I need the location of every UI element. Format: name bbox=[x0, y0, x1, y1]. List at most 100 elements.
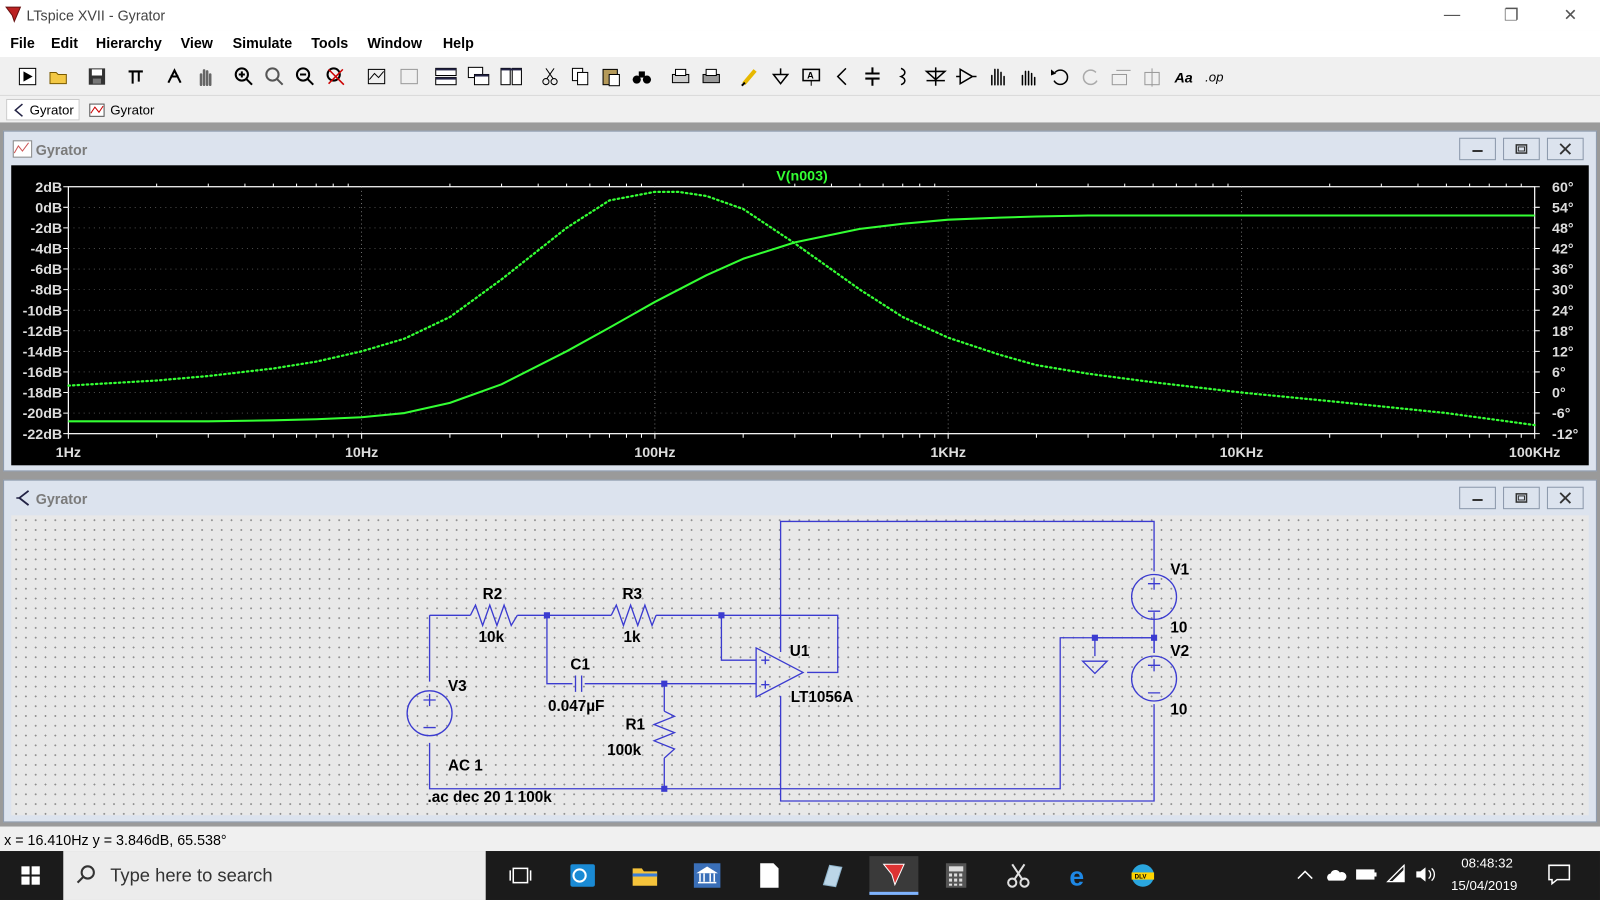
tile-horizontal-icon[interactable] bbox=[435, 65, 457, 87]
menu-file[interactable]: File bbox=[10, 35, 35, 51]
resistor-icon[interactable] bbox=[831, 65, 853, 87]
plot-minimize-button[interactable] bbox=[1459, 137, 1496, 161]
r1-value: 100k bbox=[607, 742, 642, 759]
menu-simulate[interactable]: Simulate bbox=[233, 35, 293, 51]
autorange-icon[interactable] bbox=[365, 65, 387, 87]
taskbar-calculator[interactable] bbox=[932, 856, 981, 895]
windows-logo-icon bbox=[21, 866, 40, 885]
close-button[interactable]: ✕ bbox=[1541, 0, 1600, 31]
spice-directive[interactable]: .ac dec 20 1 100k bbox=[428, 789, 553, 806]
find-icon[interactable] bbox=[631, 65, 653, 87]
redo-icon[interactable] bbox=[1080, 65, 1102, 87]
pan-icon[interactable] bbox=[194, 65, 216, 87]
open-icon[interactable] bbox=[47, 65, 69, 87]
taskbar-file-explorer[interactable] bbox=[620, 856, 669, 895]
ground-symbol bbox=[1081, 660, 1109, 675]
onedrive-icon[interactable] bbox=[1324, 866, 1347, 882]
y-right-tick-label: 42° bbox=[1552, 242, 1574, 258]
y-left-tick-label: 2dB bbox=[35, 180, 62, 196]
notifications-icon[interactable] bbox=[1547, 863, 1571, 886]
svg-text:.op: .op bbox=[1205, 70, 1223, 85]
chart-title[interactable]: V(n003) bbox=[776, 169, 828, 185]
r3-name: R3 bbox=[622, 586, 642, 603]
capacitor-icon[interactable] bbox=[861, 65, 883, 87]
ground-icon[interactable] bbox=[769, 65, 791, 87]
schematic-canvas[interactable]: R2 10k R3 1k C1 0.047µF R1 100k V3 AC 1 … bbox=[11, 515, 1589, 816]
spice-directive-icon[interactable]: .op bbox=[1204, 65, 1226, 87]
restore-button[interactable]: ❐ bbox=[1482, 0, 1541, 31]
paste-icon[interactable] bbox=[600, 65, 622, 87]
menu-help[interactable]: Help bbox=[443, 35, 474, 51]
schematic-maximize-button[interactable] bbox=[1503, 486, 1540, 510]
calculator-icon bbox=[945, 863, 967, 888]
zoom-out-icon[interactable] bbox=[294, 65, 316, 87]
plot-window-icon bbox=[12, 140, 33, 158]
svg-text:e: e bbox=[1069, 862, 1084, 889]
y-left-tick-label: -22dB bbox=[23, 427, 63, 443]
menu-edit[interactable]: Edit bbox=[51, 35, 78, 51]
rotate-icon[interactable] bbox=[1110, 65, 1132, 87]
zoom-cancel-icon[interactable] bbox=[324, 65, 346, 87]
label-icon[interactable]: A bbox=[800, 65, 822, 87]
schematic-close-button[interactable] bbox=[1546, 486, 1584, 510]
cascade-icon[interactable] bbox=[467, 65, 490, 87]
clock-time[interactable]: 08:48:32 bbox=[1461, 855, 1513, 870]
taskbar-snipping-tool[interactable] bbox=[994, 856, 1043, 895]
menu-window[interactable]: Window bbox=[367, 35, 422, 51]
save-icon[interactable] bbox=[86, 65, 108, 87]
task-view-button[interactable] bbox=[496, 856, 545, 895]
chevron-up-icon[interactable] bbox=[1296, 866, 1314, 882]
menu-hierarchy[interactable]: Hierarchy bbox=[96, 35, 162, 51]
taskbar-paint[interactable] bbox=[807, 856, 856, 895]
text-icon[interactable]: Aa bbox=[1173, 65, 1195, 87]
taskbar-edge[interactable]: e bbox=[1056, 856, 1105, 895]
volume-icon[interactable] bbox=[1414, 865, 1436, 883]
minimize-button[interactable]: — bbox=[1422, 0, 1481, 31]
phase-trace[interactable] bbox=[67, 190, 1536, 427]
print-setup-icon[interactable] bbox=[669, 65, 691, 87]
run-icon[interactable] bbox=[16, 65, 38, 87]
tile-vertical-icon[interactable] bbox=[500, 65, 522, 87]
undo-icon[interactable] bbox=[1049, 65, 1071, 87]
magnitude-trace[interactable] bbox=[68, 214, 1535, 423]
ltspice-icon bbox=[882, 863, 905, 886]
schematic-window-icon bbox=[16, 490, 30, 506]
tab-schematic[interactable]: Gyrator bbox=[6, 98, 80, 121]
tab-waveform[interactable]: Gyrator bbox=[84, 99, 160, 120]
manual-limits-icon[interactable] bbox=[398, 65, 420, 87]
zoom-fit-icon[interactable] bbox=[263, 65, 285, 87]
plot-window-title: Gyrator bbox=[35, 141, 88, 159]
y-right-tick-label: 24° bbox=[1552, 303, 1574, 319]
copy-icon[interactable] bbox=[569, 65, 591, 87]
print-icon[interactable] bbox=[700, 65, 722, 87]
wire-icon[interactable] bbox=[739, 65, 761, 87]
cut-icon[interactable] bbox=[539, 65, 561, 87]
taskbar-ltspice[interactable] bbox=[869, 856, 919, 895]
battery-icon[interactable] bbox=[1355, 867, 1377, 881]
taskbar-bank-app[interactable] bbox=[683, 856, 732, 895]
plot-close-button[interactable] bbox=[1546, 137, 1584, 161]
start-button[interactable] bbox=[6, 856, 55, 895]
window-title: LTspice XVII - Gyrator bbox=[26, 7, 166, 24]
waveform-plot[interactable]: 1Hz 10Hz 100Hz 1KHz 10KHz 100KHz 2dB 0dB -2dB -4d… bbox=[11, 165, 1589, 466]
taskbar-outlook[interactable] bbox=[558, 856, 607, 895]
component-icon[interactable] bbox=[955, 65, 977, 87]
inductor-icon[interactable] bbox=[892, 65, 914, 87]
y-right-tick-label: 30° bbox=[1552, 283, 1574, 299]
plot-maximize-button[interactable] bbox=[1503, 137, 1540, 161]
taskbar-notepad[interactable] bbox=[745, 856, 794, 895]
diode-icon[interactable] bbox=[924, 65, 947, 87]
mirror-icon[interactable] bbox=[1141, 65, 1163, 87]
wifi-icon[interactable] bbox=[1386, 864, 1408, 883]
x-tick-label: 1Hz bbox=[56, 445, 81, 461]
zoom-in-icon[interactable] bbox=[233, 65, 255, 87]
schematic-minimize-button[interactable] bbox=[1459, 486, 1496, 510]
menu-tools[interactable]: Tools bbox=[311, 35, 348, 51]
control-panel-icon[interactable] bbox=[124, 65, 146, 87]
menu-view[interactable]: View bbox=[181, 35, 213, 51]
taskbar-delivery-app[interactable]: DLV bbox=[1118, 856, 1167, 895]
clock-date[interactable]: 15/04/2019 bbox=[1451, 878, 1517, 893]
move-icon[interactable] bbox=[986, 65, 1008, 87]
drag-icon[interactable] bbox=[1016, 65, 1038, 87]
halt-icon[interactable] bbox=[163, 65, 185, 87]
